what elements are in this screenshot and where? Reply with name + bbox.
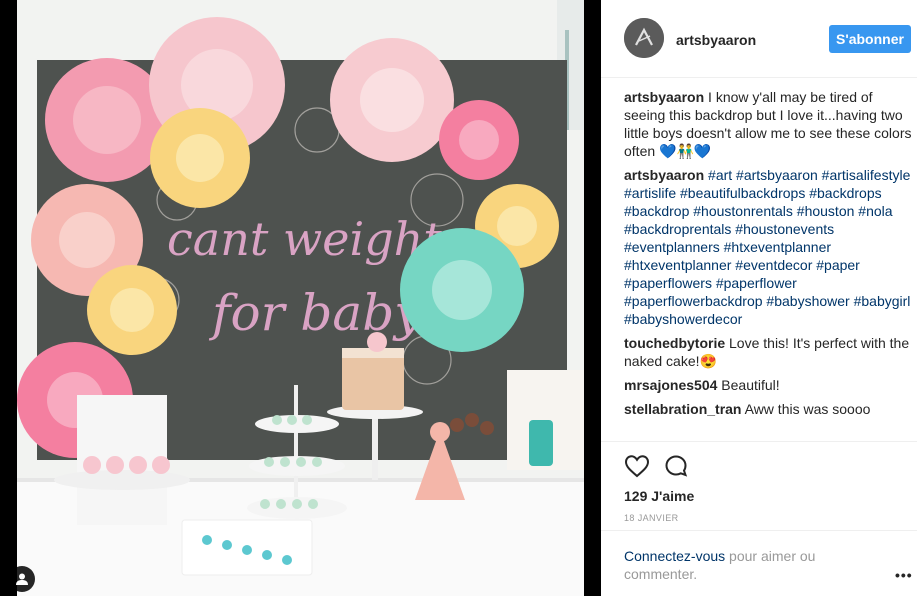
- person-icon: [16, 573, 28, 585]
- ellipsis-icon[interactable]: •••: [895, 567, 913, 583]
- post-date: 18 JANVIER: [624, 513, 679, 523]
- comment-username[interactable]: artsbyaaron: [624, 167, 704, 183]
- avatar[interactable]: [624, 18, 664, 58]
- login-link[interactable]: Connectez-vous: [624, 548, 725, 564]
- post-actions: 129 J'aime 18 JANVIER: [601, 441, 917, 541]
- speech-bubble-icon[interactable]: [664, 454, 688, 478]
- login-prompt-text: Connectez-vous pour aimer ou commenter.: [624, 547, 854, 583]
- comment-text: Beautiful!: [721, 377, 780, 393]
- comment-username[interactable]: stellabration_tran: [624, 401, 741, 417]
- likes-count[interactable]: 129 J'aime: [624, 488, 694, 504]
- login-prompt: Connectez-vous pour aimer ou commenter. …: [601, 530, 917, 596]
- brand-logo-icon: [624, 18, 664, 58]
- hashtags-text[interactable]: #art #artsbyaaron #artisalifestyle #arti…: [624, 167, 910, 327]
- photo-illustration: cant weight for baby: [17, 0, 584, 596]
- comment-item: touchedbytorie Love this! It's perfect w…: [624, 334, 912, 370]
- comment-text: Aww this was soooo: [744, 401, 871, 417]
- post-side-panel: artsbyaaron S'abonner artsbyaaron I know…: [601, 0, 917, 596]
- comment-item: artsbyaaron I know y'all may be tired of…: [624, 88, 912, 160]
- sign-line-2: for baby: [208, 284, 423, 342]
- comment-username[interactable]: mrsajones504: [624, 377, 717, 393]
- sign-line-1: cant weight: [167, 212, 442, 266]
- comment-item: stellabration_tran Aww this was soooo: [624, 400, 912, 418]
- heart-outline-icon[interactable]: [624, 454, 650, 478]
- comment-username[interactable]: touchedbytorie: [624, 335, 725, 351]
- user-tag-button[interactable]: [9, 566, 35, 592]
- comments-list: artsbyaaron I know y'all may be tired of…: [624, 88, 912, 424]
- follow-button[interactable]: S'abonner: [829, 25, 911, 53]
- post-header: artsbyaaron S'abonner: [601, 0, 917, 78]
- comment-username[interactable]: artsbyaaron: [624, 89, 704, 105]
- comment-item: mrsajones504 Beautiful!: [624, 376, 912, 394]
- post-media: cant weight for baby: [0, 0, 601, 596]
- comment-item: artsbyaaron #art #artsbyaaron #artisalif…: [624, 166, 912, 328]
- post-photo[interactable]: cant weight for baby: [17, 0, 584, 596]
- header-username[interactable]: artsbyaaron: [676, 32, 756, 48]
